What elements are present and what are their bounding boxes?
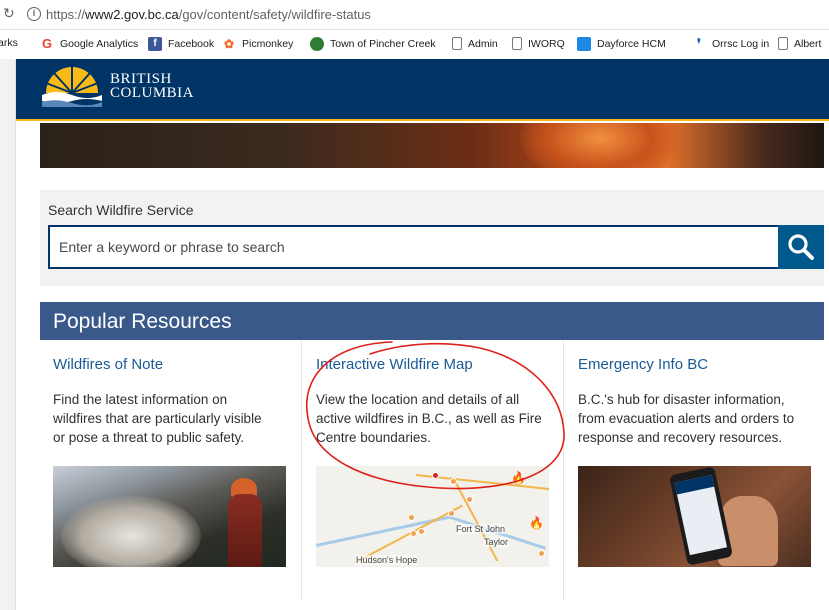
town-icon bbox=[310, 37, 324, 51]
picmonkey-icon: ✿ bbox=[223, 37, 235, 51]
card-wildfires-of-note: Wildfires of Note Find the latest inform… bbox=[53, 340, 293, 600]
map-marker bbox=[450, 478, 457, 485]
map-marker bbox=[410, 530, 417, 537]
site-info-icon[interactable]: i bbox=[27, 7, 41, 21]
bookmark-label: Albert bbox=[794, 37, 822, 50]
bookmark-label: Facebook bbox=[168, 38, 215, 50]
search-button[interactable] bbox=[778, 225, 824, 269]
url-field[interactable]: https://www2.gov.bc.ca/gov/content/safet… bbox=[46, 7, 371, 22]
emergency-phone-photo[interactable] bbox=[578, 466, 811, 567]
google-icon: G bbox=[41, 36, 53, 51]
bookmark-iworq[interactable]: IWORQ bbox=[512, 37, 565, 50]
fire-icon: 🔥 bbox=[511, 471, 526, 485]
fire-icon: 🔥 bbox=[529, 516, 544, 530]
phone-screen bbox=[674, 474, 728, 556]
card-emergency-info-bc: Emergency Info BC B.C.'s hub for disaste… bbox=[578, 340, 818, 600]
search-panel: Search Wildfire Service bbox=[40, 190, 824, 286]
map-marker bbox=[432, 472, 439, 479]
bc-wordmark: BRITISH COLUMBIA bbox=[110, 71, 195, 101]
wildfire-map-thumbnail[interactable]: 🔥 🔥 Fort St John Taylor Hudson's Hope bbox=[316, 466, 549, 567]
map-marker bbox=[466, 496, 473, 503]
card-description: B.C.'s hub for disaster information, fro… bbox=[578, 390, 794, 447]
bookmark-dayforce-hcm[interactable]: Dayforce HCM bbox=[577, 37, 666, 51]
bookmark-label: Admin bbox=[468, 37, 498, 50]
bookmark-label: Orrsc Log in bbox=[712, 38, 770, 50]
map-label: Fort St John bbox=[456, 524, 506, 534]
card-divider bbox=[301, 340, 302, 600]
dayforce-icon bbox=[577, 37, 591, 51]
page-icon bbox=[512, 37, 522, 50]
bookmark-label: Picmonkey bbox=[242, 38, 294, 50]
smoke-plume bbox=[61, 496, 201, 567]
bookmark-picmonkey[interactable]: ✿ Picmonkey bbox=[222, 37, 293, 51]
bookmark-town-of-pincher-creek[interactable]: Town of Pincher Creek bbox=[310, 37, 436, 51]
logo-line-2: COLUMBIA bbox=[110, 85, 195, 101]
bookmark-label: arks bbox=[0, 37, 18, 49]
card-desc-line: response and recovery resources. bbox=[578, 430, 783, 445]
bookmark-label: IWORQ bbox=[528, 37, 565, 50]
popular-resources-title: Popular Resources bbox=[53, 310, 232, 333]
card-title-link[interactable]: Interactive Wildfire Map bbox=[316, 356, 473, 373]
bookmark-label: Town of Pincher Creek bbox=[330, 38, 436, 50]
search-label: Search Wildfire Service bbox=[48, 202, 194, 218]
map-marker bbox=[408, 514, 415, 521]
bookmark-label: Google Analytics bbox=[60, 38, 139, 50]
popular-resources-header: Popular Resources bbox=[40, 302, 824, 340]
bc-logo-icon[interactable] bbox=[40, 65, 104, 107]
firefighter bbox=[228, 494, 262, 567]
card-desc-line: or pose a threat to public safety. bbox=[53, 430, 245, 445]
hero-image bbox=[40, 123, 824, 168]
card-desc-line: B.C.'s hub for disaster information, bbox=[578, 392, 785, 407]
bookmark-albert[interactable]: Albert bbox=[778, 37, 821, 50]
card-desc-line: Find the latest information on bbox=[53, 392, 228, 407]
card-title-link[interactable]: Emergency Info BC bbox=[578, 356, 708, 373]
bookmark-orrsc-log-in[interactable]: ❜ Orrsc Log in bbox=[692, 37, 769, 51]
url-host: www2.gov.bc.ca bbox=[85, 7, 179, 22]
card-description: View the location and details of all act… bbox=[316, 390, 542, 447]
map-marker bbox=[538, 550, 545, 557]
page-icon bbox=[452, 37, 462, 50]
bookmark-google-analytics[interactable]: G Google Analytics bbox=[40, 37, 138, 51]
facebook-icon: f bbox=[148, 37, 162, 51]
wildfire-photo[interactable] bbox=[53, 466, 286, 567]
site-header: BRITISH COLUMBIA bbox=[16, 59, 829, 121]
bookmark-admin[interactable]: Admin bbox=[452, 37, 498, 50]
bookmark-label: Dayforce HCM bbox=[597, 38, 666, 50]
bookmarks-bar: arks G Google Analytics f Facebook ✿ Picmon… bbox=[0, 31, 829, 59]
card-interactive-wildfire-map: Interactive Wildfire Map View the locati… bbox=[316, 340, 556, 600]
card-description: Find the latest information on wildfires… bbox=[53, 390, 262, 447]
url-prefix: https:// bbox=[46, 7, 86, 22]
page-icon bbox=[778, 37, 788, 50]
card-desc-line: wildfires that are particularly visible bbox=[53, 411, 262, 426]
card-desc-line: active wildfires in B.C., as well as Fir… bbox=[316, 411, 542, 426]
orrsc-icon: ❜ bbox=[696, 36, 702, 51]
card-title-link[interactable]: Wildfires of Note bbox=[53, 356, 163, 373]
logo-line-1: BRITISH bbox=[110, 71, 172, 87]
search-input[interactable] bbox=[48, 225, 778, 269]
card-desc-line: from evacuation alerts and orders to bbox=[578, 411, 795, 426]
card-desc-line: Centre boundaries. bbox=[316, 430, 431, 445]
bookmark-bookmarks[interactable]: arks bbox=[0, 37, 18, 49]
hero-tent-glow bbox=[520, 123, 680, 168]
phone-screen-header bbox=[674, 474, 715, 495]
card-divider bbox=[563, 340, 564, 600]
browser-address-bar: ↻ i https://www2.gov.bc.ca/gov/content/s… bbox=[0, 0, 829, 30]
bookmark-facebook[interactable]: f Facebook bbox=[148, 37, 214, 51]
map-marker bbox=[448, 510, 455, 517]
map-marker bbox=[418, 528, 425, 535]
map-label: Taylor bbox=[484, 537, 509, 547]
card-desc-line: View the location and details of all bbox=[316, 392, 520, 407]
reload-icon[interactable]: ↻ bbox=[3, 5, 15, 22]
search-icon bbox=[788, 234, 814, 260]
url-path: /gov/content/safety/wildfire-status bbox=[178, 7, 371, 22]
smartphone bbox=[668, 466, 734, 566]
map-label: Hudson's Hope bbox=[356, 555, 418, 565]
page-left-gutter bbox=[0, 59, 16, 610]
